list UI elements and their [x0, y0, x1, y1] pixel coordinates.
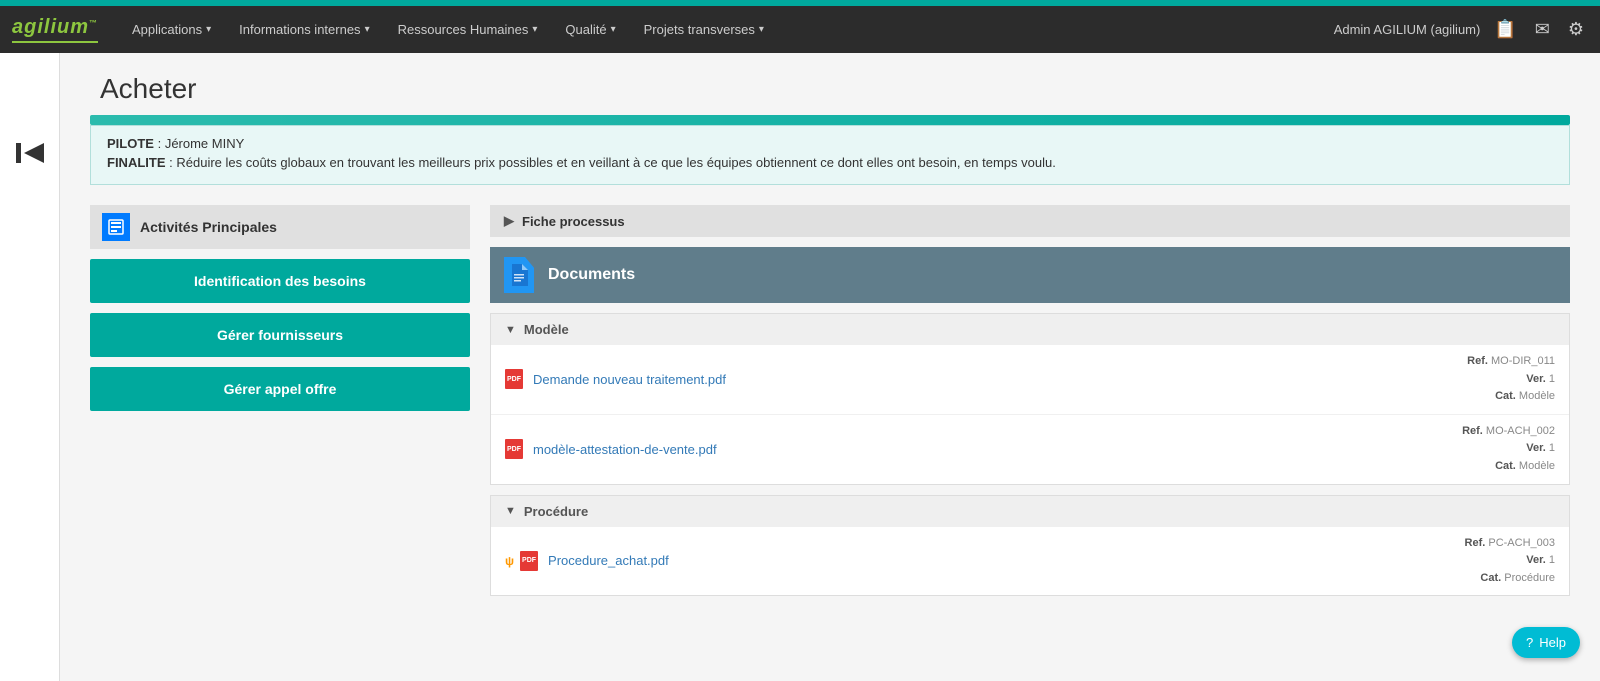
finalite-row: FINALITE : Réduire les coûts globaux en … [107, 155, 1553, 170]
chevron-down-icon: ▾ [206, 24, 211, 35]
documents-title: Documents [548, 266, 635, 284]
procedure-section: ▼ Procédure ψ PDF Procedure_achat.pdf Re… [490, 495, 1570, 597]
modele-section-label: Modèle [524, 322, 569, 337]
back-icon [12, 135, 48, 171]
chevron-down-icon: ▾ [611, 24, 616, 35]
navbar-right: Admin AGILIUM (agilium) 📋 ✉ ⚙ [1334, 15, 1588, 44]
two-col-layout: Activités Principales Identification des… [90, 205, 1570, 606]
arrow-down-icon: ▼ [505, 505, 516, 517]
gear-icon[interactable]: ⚙ [1564, 15, 1588, 44]
logo-text: agilium™ [12, 16, 98, 43]
modele-section: ▼ Modèle PDF Demande nouveau traitement.… [490, 313, 1570, 485]
progress-bar-fill [90, 115, 1570, 125]
procedure-section-header[interactable]: ▼ Procédure [491, 496, 1569, 527]
pdf-icon: PDF [505, 439, 523, 459]
doc-item-procedure[interactable]: ψ PDF Procedure_achat.pdf Ref. PC-ACH_00… [491, 527, 1569, 596]
help-label: Help [1539, 635, 1566, 650]
back-button[interactable] [10, 133, 50, 173]
doc-filename-attestation: modèle-attestation-de-vente.pdf [533, 442, 1462, 457]
gerer-appel-offre-button[interactable]: Gérer appel offre [90, 367, 470, 411]
procedure-marker-icon: ψ [505, 554, 514, 568]
arrow-right-icon: ▶ [504, 213, 514, 229]
fiche-processus-bar[interactable]: ▶ Fiche processus [490, 205, 1570, 237]
nav-projets-transverses[interactable]: Projets transverses ▾ [630, 5, 778, 55]
nav-informations-internes[interactable]: Informations internes ▾ [225, 5, 383, 55]
doc-item-demande[interactable]: PDF Demande nouveau traitement.pdf Ref. … [491, 345, 1569, 415]
gerer-fournisseurs-button[interactable]: Gérer fournisseurs [90, 313, 470, 357]
right-panel: ▶ Fiche processus Documents [490, 205, 1570, 606]
document-icon [504, 257, 534, 293]
mail-icon[interactable]: ✉ [1531, 15, 1554, 44]
info-box: PILOTE : Jérome MINY FINALITE : Réduire … [90, 125, 1570, 185]
activities-header: Activités Principales [90, 205, 470, 249]
chevron-down-icon: ▾ [759, 24, 764, 35]
help-button[interactable]: ? Help [1512, 627, 1580, 658]
modele-section-header[interactable]: ▼ Modèle [491, 314, 1569, 345]
doc-meta-procedure: Ref. PC-ACH_003 Ver. 1 Cat. Procédure [1465, 535, 1555, 588]
fiche-processus-label: Fiche processus [522, 214, 625, 229]
activities-icon [102, 213, 130, 241]
pilote-value: Jérome MINY [165, 136, 244, 151]
progress-bar [90, 115, 1570, 125]
pilote-label: PILOTE [107, 136, 154, 151]
sidebar [0, 53, 60, 681]
main-wrapper: Acheter PILOTE : Jérome MINY FINALITE : … [0, 53, 1600, 681]
doc-filename-demande: Demande nouveau traitement.pdf [533, 372, 1467, 387]
doc-meta-attestation: Ref. MO-ACH_002 Ver. 1 Cat. Modèle [1462, 423, 1555, 476]
content-area: Acheter PILOTE : Jérome MINY FINALITE : … [60, 53, 1600, 681]
chevron-down-icon: ▾ [532, 24, 537, 35]
main-nav: Applications ▾ Informations internes ▾ R… [118, 5, 1334, 55]
clipboard-icon[interactable]: 📋 [1490, 15, 1520, 44]
nav-applications[interactable]: Applications ▾ [118, 5, 225, 55]
arrow-down-icon: ▼ [505, 324, 516, 336]
logo[interactable]: agilium™ [12, 16, 98, 43]
pdf-icon: PDF [520, 551, 538, 571]
left-panel: Activités Principales Identification des… [90, 205, 470, 421]
doc-meta-demande: Ref. MO-DIR_011 Ver. 1 Cat. Modèle [1467, 353, 1555, 406]
doc-filename-procedure: Procedure_achat.pdf [548, 553, 1464, 568]
user-label: Admin AGILIUM (agilium) [1334, 22, 1481, 37]
identification-besoins-button[interactable]: Identification des besoins [90, 259, 470, 303]
finalite-value: Réduire les coûts globaux en trouvant le… [176, 155, 1055, 170]
nav-qualite[interactable]: Qualité ▾ [551, 5, 629, 55]
page-title: Acheter [100, 73, 1570, 105]
pdf-icon: PDF [505, 369, 523, 389]
documents-header: Documents [490, 247, 1570, 303]
pilote-row: PILOTE : Jérome MINY [107, 136, 1553, 151]
doc-item-attestation[interactable]: PDF modèle-attestation-de-vente.pdf Ref.… [491, 415, 1569, 484]
procedure-section-label: Procédure [524, 504, 588, 519]
finalite-label: FINALITE [107, 155, 166, 170]
navbar: agilium™ Applications ▾ Informations int… [0, 3, 1600, 53]
chevron-down-icon: ▾ [365, 24, 370, 35]
nav-ressources-humaines[interactable]: Ressources Humaines ▾ [384, 5, 552, 55]
help-icon: ? [1526, 635, 1533, 650]
activities-title: Activités Principales [140, 219, 277, 235]
